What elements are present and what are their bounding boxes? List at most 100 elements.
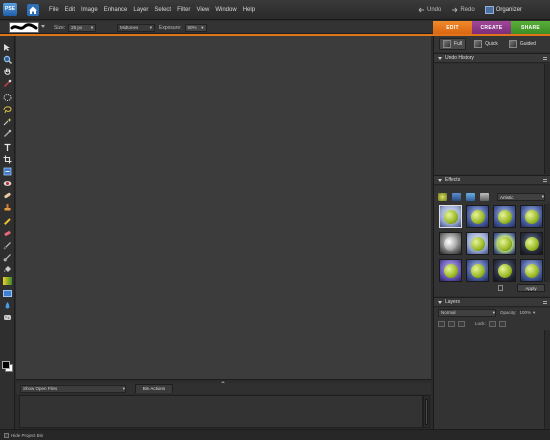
magic-wand-tool-icon[interactable] [2,116,13,126]
red-eye-tool-icon[interactable] [2,178,13,188]
tab-create[interactable]: CREATE [472,21,511,35]
gradient-tool-icon[interactable] [2,276,13,286]
layers-panel-header[interactable]: Layers [434,297,550,307]
mode-full[interactable]: Full [439,38,467,50]
filters-icon[interactable] [438,193,447,201]
brush-tool-icon[interactable] [2,240,13,250]
zoom-tool-icon[interactable] [2,54,13,64]
menu-image[interactable]: Image [81,7,98,13]
trash-icon[interactable] [498,285,503,291]
menu-select[interactable]: Select [154,7,171,13]
organizer-button[interactable]: Organizer [484,6,522,14]
undo-history-list[interactable] [434,64,550,174]
range-select[interactable]: Midtones ▾ [117,23,155,32]
mode-guided[interactable]: Guided [506,39,539,49]
opacity-value[interactable]: 100% [520,310,532,315]
clone-stamp-tool-icon[interactable] [2,202,13,212]
size-field[interactable]: 25 px ▾ [68,23,97,32]
undo-history-panel-header[interactable]: Undo History [434,53,550,63]
home-icon[interactable] [27,4,39,16]
marquee-tool-icon[interactable] [2,92,13,102]
effect-thumbnail[interactable] [520,259,543,282]
lock-transparency-icon[interactable] [488,320,496,327]
tab-edit[interactable]: EDIT [433,21,472,35]
effect-thumbnail[interactable] [466,232,489,255]
app-logo: PSE [3,3,17,16]
effect-thumbnail[interactable] [493,259,516,282]
type-tool-icon[interactable] [2,142,13,152]
collapse-triangle-icon[interactable] [438,56,442,60]
mode-quick[interactable]: Quick [471,39,501,49]
effects-category-select[interactable]: Artistic ▾ [497,193,545,201]
effect-thumbnail[interactable] [520,205,543,228]
photo-effects-icon[interactable] [466,193,475,201]
hide-bin-checkbox[interactable] [4,432,9,438]
effect-thumbnail[interactable] [466,205,489,228]
effects-panel-header[interactable]: Effects [434,175,550,185]
new-layer-icon[interactable] [438,320,445,327]
collapse-triangle-icon[interactable] [438,300,442,304]
undo-history-scrollbar[interactable] [544,64,550,174]
project-bin-scrollbar[interactable] [423,395,430,428]
exposure-field[interactable]: 50% ▾ [184,23,207,32]
recompose-tool-icon[interactable] [2,166,13,176]
smart-brush-tool-icon[interactable] [2,252,13,262]
adjustment-layer-icon[interactable] [448,320,455,327]
menu-file[interactable]: File [49,7,59,13]
brush-preset-picker[interactable] [9,22,39,33]
lock-all-icon[interactable] [498,320,506,327]
collapse-triangle-icon[interactable] [438,178,442,182]
bin-actions-tab[interactable]: Bin Actions [135,384,173,393]
document-canvas[interactable] [16,36,431,379]
effect-thumbnail[interactable] [439,205,462,228]
effect-thumbnail[interactable] [439,259,462,282]
lasso-tool-icon[interactable] [2,104,13,114]
menu-filter[interactable]: Filter [177,7,190,13]
delete-layer-icon[interactable] [458,320,465,327]
eraser-tool-icon[interactable] [2,228,13,238]
show-all-icon[interactable] [480,193,489,201]
history-controls: Undo Redo Organizer [418,0,522,20]
sponge-tool-icon[interactable] [2,312,13,322]
tab-share[interactable]: SHARE [511,21,550,35]
scrollbar-thumb[interactable] [425,399,428,425]
menu-view[interactable]: View [196,7,209,13]
effects-scrollbar[interactable] [544,204,550,282]
blur-tool-icon[interactable] [2,300,13,310]
panel-menu-icon[interactable] [543,57,547,60]
move-tool-icon[interactable] [2,42,13,52]
brush-dropdown-icon[interactable] [41,25,45,28]
effect-thumbnail[interactable] [520,232,543,255]
effect-thumbnail[interactable] [439,232,462,255]
menu-layer[interactable]: Layer [133,7,148,13]
apply-button[interactable]: Apply [517,284,545,292]
blend-mode-select[interactable]: Normal ▾ [438,308,496,317]
spot-healing-tool-icon[interactable] [2,190,13,200]
effect-thumbnail[interactable] [466,259,489,282]
hand-tool-icon[interactable] [2,66,13,76]
project-bin-area[interactable] [19,395,423,428]
quick-selection-tool-icon[interactable] [2,128,13,138]
menu-edit[interactable]: Edit [65,7,75,13]
pencil-tool-icon[interactable] [2,216,13,226]
menu-window[interactable]: Window [215,7,236,13]
paint-bucket-tool-icon[interactable] [2,264,13,274]
panel-menu-icon[interactable] [543,179,547,182]
shape-tool-icon[interactable] [2,288,13,298]
layers-scrollbar[interactable] [544,330,550,429]
panel-menu-icon[interactable] [543,301,547,304]
foreground-color-swatch[interactable] [2,361,10,369]
redo-button[interactable]: Redo [451,7,475,13]
menu-help[interactable]: Help [243,7,255,13]
dropdown-arrow-icon[interactable]: ▾ [533,310,535,316]
crop-tool-icon[interactable] [2,154,13,164]
layer-styles-icon[interactable] [452,193,461,201]
menu-enhance[interactable]: Enhance [104,7,128,13]
eyedropper-tool-icon[interactable] [2,78,13,88]
bin-source-select[interactable]: Show Open Files ▾ [20,384,126,393]
hide-project-bin-toggle[interactable]: Hide Project Bin [4,432,43,438]
effects-title: Effects [445,177,461,183]
effect-thumbnail[interactable] [493,232,516,255]
undo-button[interactable]: Undo [418,7,441,13]
effect-thumbnail[interactable] [493,205,516,228]
